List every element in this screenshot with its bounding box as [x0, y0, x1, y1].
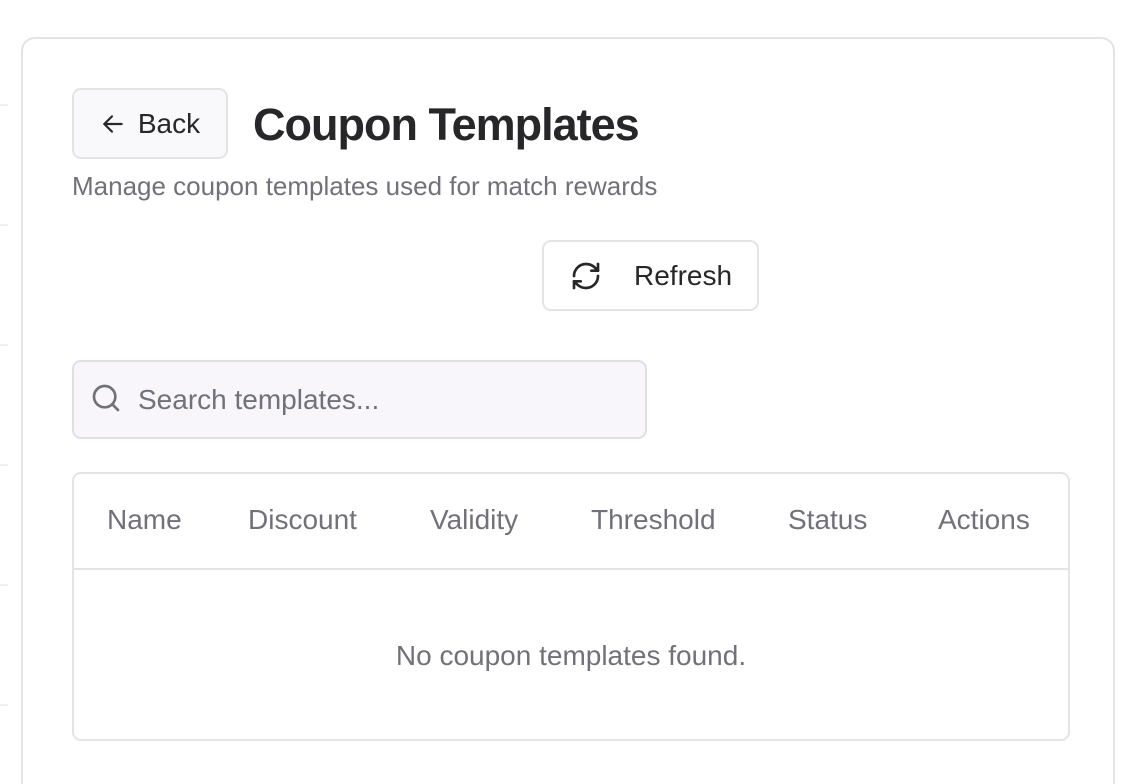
refresh-button[interactable]: Refresh	[542, 240, 759, 311]
page: Back Coupon Templates Manage coupon temp…	[0, 0, 1132, 784]
search-input[interactable]	[138, 362, 638, 437]
column-header-threshold: Threshold	[591, 504, 716, 535]
column-header-actions: Actions	[938, 504, 1030, 535]
back-button-label: Back	[137, 107, 201, 139]
edge-decoration	[0, 0, 8, 784]
page-title: Coupon Templates	[253, 99, 640, 150]
refresh-button-label: Refresh	[634, 259, 733, 291]
coupon-templates-card: Back Coupon Templates Manage coupon temp…	[21, 37, 1115, 784]
refresh-icon	[572, 262, 600, 289]
empty-state-message: No coupon templates found.	[395, 639, 747, 671]
column-header-status: Status	[788, 504, 868, 535]
templates-table: Name Discount Validity Threshold Status …	[72, 472, 1070, 741]
search-field	[72, 360, 647, 439]
column-header-validity: Validity	[430, 504, 519, 535]
page-subtitle: Manage coupon templates used for match r…	[72, 171, 658, 201]
arrow-left-icon	[103, 114, 123, 133]
column-header-discount: Discount	[248, 504, 357, 535]
column-header-name: Name	[107, 504, 182, 535]
table-header-row: Name Discount Validity Threshold Status …	[74, 474, 1068, 570]
search-icon	[92, 384, 120, 412]
back-button[interactable]: Back	[72, 88, 228, 159]
